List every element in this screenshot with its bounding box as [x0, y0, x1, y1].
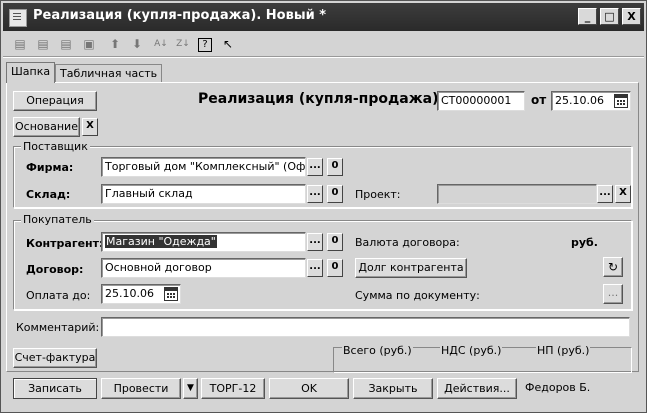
document-window: Реализация (купля-продажа). Новый * _ □ … — [0, 0, 647, 413]
invoice-button[interactable]: Счет-фактура — [13, 348, 97, 368]
payment-due-value: 25.10.06 — [105, 287, 154, 300]
document-icon — [9, 9, 27, 27]
firm-label: Фирма: — [26, 161, 74, 174]
move-up-icon[interactable]: ⬆ — [106, 35, 124, 53]
ok-button[interactable]: OK — [269, 378, 349, 399]
contract-select-button[interactable]: ... — [307, 259, 323, 277]
project-select-button[interactable]: ... — [597, 185, 613, 203]
document-number-field[interactable]: СТ00000001 — [437, 91, 525, 111]
warehouse-open-button[interactable]: 0 — [327, 185, 343, 203]
contract-open-button[interactable]: 0 — [327, 259, 343, 277]
refresh-icon[interactable]: ↻ — [603, 257, 623, 277]
close-window-button[interactable]: X — [622, 8, 641, 25]
basis-button[interactable]: Основание — [13, 117, 80, 137]
counterparty-value: Магазин "Одежда" — [105, 235, 217, 248]
document-date-field[interactable]: 25.10.06 — [551, 91, 631, 111]
counterparty-label: Контрагент: — [26, 237, 104, 250]
contract-currency-value: руб. — [571, 236, 598, 249]
counterparty-open-button[interactable]: 0 — [327, 233, 343, 251]
add-row-icon[interactable]: ▤ — [11, 35, 29, 53]
contract-field[interactable]: Основной договор — [101, 258, 306, 278]
title-bar[interactable]: Реализация (купля-продажа). Новый * _ □ … — [3, 3, 644, 31]
warehouse-field[interactable]: Главный склад — [101, 184, 306, 204]
contract-label: Договор: — [26, 263, 84, 276]
firm-field[interactable]: Торговый дом "Комплексный" (Офис) — [101, 157, 306, 177]
window-title: Реализация (купля-продажа). Новый * — [33, 8, 327, 23]
contract-currency-label: Валюта договора: — [355, 236, 460, 249]
help-icon[interactable]: ? — [198, 38, 212, 52]
save-button[interactable]: Записать — [13, 378, 97, 399]
close-button[interactable]: Закрыть — [353, 378, 433, 399]
project-field[interactable] — [437, 184, 597, 204]
sort-desc-icon[interactable]: Z↓ — [174, 35, 192, 53]
calendar-icon[interactable] — [614, 94, 628, 108]
edit-row-icon[interactable]: ▣ — [80, 35, 98, 53]
firm-select-button[interactable]: ... — [307, 158, 323, 176]
move-down-icon[interactable]: ⬇ — [128, 35, 146, 53]
post-dropdown-icon[interactable]: ▼ — [183, 378, 198, 399]
np-label: НП (руб.) — [536, 344, 591, 357]
copy-row-icon[interactable]: ▤ — [34, 35, 52, 53]
sort-asc-icon[interactable]: A↓ — [152, 35, 170, 53]
vat-label: НДС (руб.) — [440, 344, 503, 357]
toolbar-divider — [3, 56, 644, 58]
warehouse-label: Склад: — [26, 188, 71, 201]
author-name: Федоров Б. — [525, 381, 591, 394]
date-label: от — [531, 93, 547, 107]
document-title: Реализация (купля-продажа) № — [198, 91, 461, 107]
firm-open-button[interactable]: 0 — [327, 158, 343, 176]
tab-table-part[interactable]: Табличная часть — [55, 64, 163, 83]
toolbar: ▤ ▤ ▤ ▣ ⬆ ⬇ A↓ Z↓ ? ↖ — [3, 33, 644, 55]
operation-button[interactable]: Операция — [13, 91, 97, 111]
payment-due-label: Оплата до: — [26, 289, 91, 302]
delete-row-icon[interactable]: ▤ — [57, 35, 75, 53]
project-clear-button[interactable]: X — [615, 185, 631, 203]
warehouse-select-button[interactable]: ... — [307, 185, 323, 203]
comment-label: Комментарий: — [16, 321, 100, 334]
document-date-value: 25.10.06 — [555, 94, 604, 107]
counterparty-select-button[interactable]: ... — [307, 233, 323, 251]
document-sum-label: Сумма по документу: — [355, 289, 480, 302]
minimize-button[interactable]: _ — [578, 8, 597, 25]
document-sum-button[interactable]: ... — [603, 284, 623, 304]
comment-field[interactable] — [101, 317, 630, 337]
totals-panel: Всего (руб.) НДС (руб.) НП (руб.) — [333, 344, 632, 373]
maximize-button[interactable]: □ — [600, 8, 619, 25]
whats-this-icon[interactable]: ↖ — [219, 35, 237, 53]
buyer-legend: Покупатель — [21, 213, 94, 226]
actions-button[interactable]: Действия... — [437, 378, 517, 399]
tab-header[interactable]: Шапка — [6, 62, 56, 83]
basis-clear-button[interactable]: X — [82, 118, 98, 136]
print-torg12-button[interactable]: ТОРГ-12 — [201, 378, 265, 399]
total-label: Всего (руб.) — [342, 344, 413, 357]
payment-calendar-icon[interactable] — [164, 287, 178, 301]
counterparty-field[interactable]: Магазин "Одежда" — [101, 232, 306, 252]
payment-due-field[interactable]: 25.10.06 — [101, 284, 181, 304]
project-label: Проект: — [355, 188, 401, 201]
supplier-legend: Поставщик — [21, 140, 90, 153]
post-button[interactable]: Провести — [101, 378, 181, 399]
counterparty-debt-button[interactable]: Долг контрагента — [355, 258, 467, 278]
